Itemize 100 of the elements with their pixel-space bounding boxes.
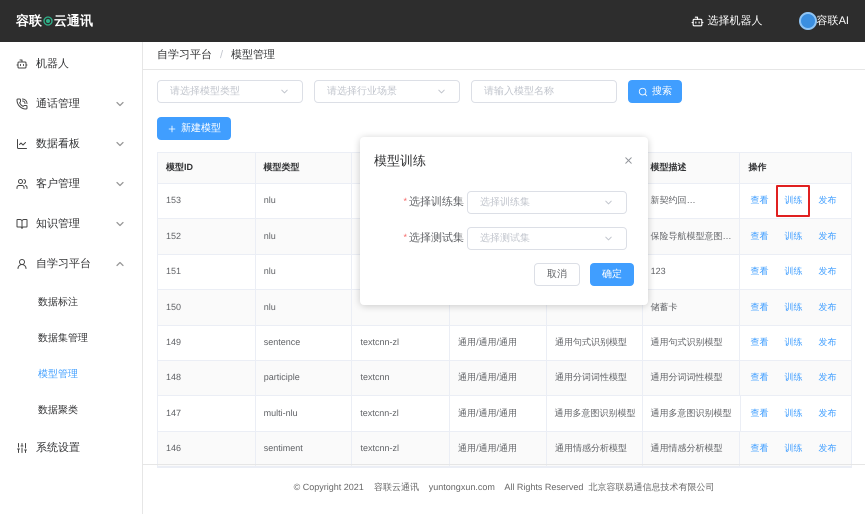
search-icon	[638, 86, 648, 96]
action-link[interactable]: 查看	[742, 327, 776, 358]
avatar[interactable]	[798, 12, 817, 30]
action-link[interactable]: 训练	[776, 220, 810, 252]
sliders-icon	[16, 442, 28, 454]
sidebar-subitem[interactable]: 数据聚类	[0, 392, 142, 428]
breadcrumb-link[interactable]: 模型管理	[231, 47, 276, 64]
action-link[interactable]: 训练	[776, 327, 810, 358]
table-cell-text: textcnn-zl	[360, 336, 399, 349]
table-cell-text: 通用/通用/通用	[458, 371, 518, 384]
table-cell-text: 151	[166, 265, 182, 278]
users-icon	[16, 178, 28, 190]
close-icon[interactable]	[623, 155, 634, 166]
table-cell-text: 149	[166, 336, 182, 349]
confirm-button[interactable]: 确定	[590, 262, 634, 286]
table-cell-text: sentiment	[264, 442, 303, 456]
model-name-field[interactable]: 请输入模型名称	[471, 80, 617, 103]
breadcrumb-separator: /	[220, 48, 224, 64]
scene-select[interactable]: 请选择行业场景	[314, 80, 460, 103]
action-link[interactable]: 发布	[810, 292, 844, 324]
action-link[interactable]: 训练	[776, 256, 810, 288]
action-link[interactable]: 发布	[810, 220, 844, 252]
sidebar-item[interactable]: 系统设置	[0, 428, 142, 468]
action-link[interactable]: 查看	[742, 433, 776, 465]
table-cell-text: 通用/通用/通用	[458, 406, 517, 420]
action-link[interactable]: 发布	[810, 327, 844, 358]
table-cell-text: 152	[166, 230, 182, 243]
sidebar-item[interactable]: 数据看板	[0, 124, 142, 164]
table-cell-text: 通用分词词性模型	[650, 371, 723, 384]
person-icon	[16, 258, 28, 270]
dialog-title: 模型训练	[374, 152, 426, 170]
table-cell-text: 通用情感分析模型	[554, 442, 627, 456]
table-cell-text: multi-nlu	[264, 406, 298, 420]
action-link[interactable]: 查看	[742, 220, 776, 252]
robot-select-button[interactable]: 选择机器人	[690, 12, 763, 30]
sidebar-subitem[interactable]: 数据标注	[0, 284, 142, 320]
field-label: 选择训练集	[409, 194, 464, 210]
action-link[interactable]: 训练	[776, 398, 810, 430]
sidebar-subitem[interactable]: 模型管理	[0, 356, 142, 392]
robot-icon	[690, 14, 704, 28]
field-label: 选择测试集	[409, 230, 464, 246]
sidebar-item[interactable]: 知识管理	[0, 204, 142, 244]
required-mark: *	[403, 231, 407, 244]
user-name: 容联AI	[816, 14, 849, 29]
book-icon	[16, 218, 28, 230]
table-cell-text: 通用句式识别模型	[650, 336, 723, 349]
action-link[interactable]: 发布	[810, 256, 844, 288]
table-cell-text: textcnn	[360, 371, 390, 384]
logo-text: 容联	[16, 12, 42, 30]
sidebar-item[interactable]: 客户管理	[0, 164, 142, 204]
action-link[interactable]: 查看	[742, 256, 776, 288]
action-link[interactable]: 查看	[742, 292, 776, 324]
action-link[interactable]: 训练	[776, 362, 810, 394]
logo-text: 云通讯	[54, 12, 93, 30]
sidebar-item[interactable]: 机器人	[0, 44, 142, 84]
action-link[interactable]: 训练	[776, 433, 810, 465]
table-cell-text: textcnn-zl	[360, 406, 399, 420]
table-cell-text: participle	[264, 371, 300, 384]
table-cell-text: nlu	[264, 194, 276, 208]
required-mark: *	[403, 195, 407, 208]
action-link[interactable]: 发布	[810, 362, 844, 394]
table-cell-text: 146	[166, 442, 182, 456]
action-link[interactable]: 发布	[810, 185, 844, 217]
table-cell-text: 150	[166, 300, 182, 314]
column-header: 模型ID	[166, 161, 193, 174]
plus-icon	[167, 124, 177, 134]
table-cell-text: sentence	[264, 336, 300, 349]
table-cell-text: 通用多意图识别模型	[554, 406, 636, 420]
dataset-select[interactable]: 选择测试集	[467, 226, 627, 250]
action-link[interactable]: 训练	[776, 185, 810, 217]
search-button[interactable]: 搜索	[628, 80, 682, 103]
table-cell-text: 153	[166, 194, 182, 208]
column-header: 操作	[748, 161, 766, 174]
robot-icon	[16, 58, 28, 70]
table-cell-text: 147	[166, 406, 182, 420]
table-cell-text: 通用/通用/通用	[458, 442, 518, 456]
table-cell-text: 通用/通用/通用	[458, 336, 518, 349]
sidebar-subitem[interactable]: 数据集管理	[0, 320, 142, 356]
table-cell-text: 保险导航模型意图…	[650, 230, 732, 243]
table-cell-text: 148	[166, 371, 182, 384]
action-link[interactable]: 发布	[810, 398, 844, 430]
action-link[interactable]: 查看	[742, 185, 776, 217]
ring-icon	[43, 16, 53, 26]
model-type-select[interactable]: 请选择模型类型	[157, 80, 303, 103]
sidebar-item[interactable]: 通话管理	[0, 84, 142, 124]
new-model-button[interactable]: 新建模型	[157, 117, 231, 140]
table-cell-text: 通用情感分析模型	[650, 442, 723, 456]
breadcrumb-link[interactable]: 自学习平台	[157, 47, 212, 64]
sidebar-item[interactable]: 自学习平台	[0, 244, 142, 284]
action-link[interactable]: 训练	[776, 292, 810, 324]
action-link[interactable]: 查看	[742, 398, 776, 430]
action-link[interactable]: 查看	[742, 362, 776, 394]
cancel-button[interactable]: 取消	[534, 262, 580, 286]
copyright-text: © Copyright 2021 容联云通讯 yuntongxun.com All Rights Reserved 北京容联易通信息技术有限公司	[294, 480, 714, 494]
table-cell-text: nlu	[264, 300, 276, 314]
column-header: 模型描述	[650, 161, 687, 174]
phone-icon	[16, 98, 28, 110]
dataset-select[interactable]: 选择训练集	[467, 190, 627, 214]
action-link[interactable]: 发布	[810, 433, 844, 465]
table-cell-text: 储蓄卡	[650, 300, 678, 314]
